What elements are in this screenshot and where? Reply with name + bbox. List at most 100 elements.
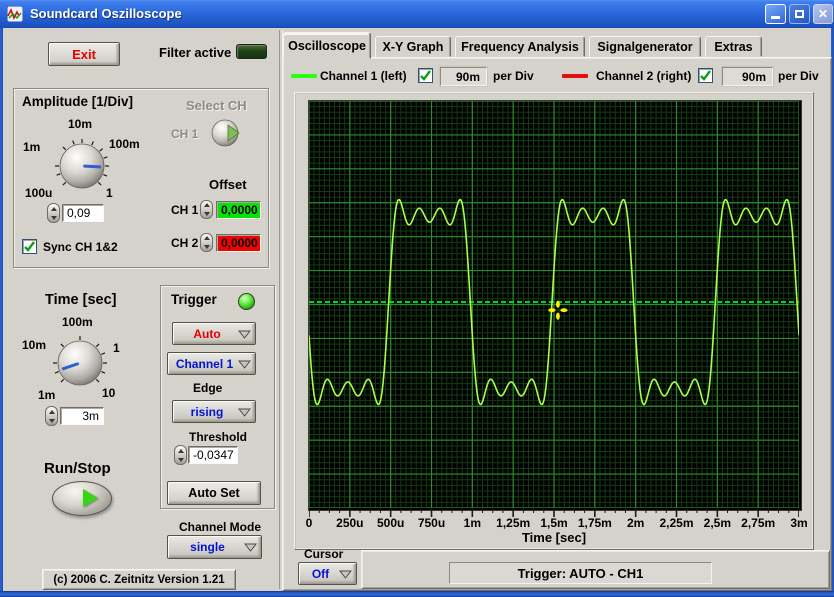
select-ch-channel-label: CH 1 xyxy=(171,127,199,141)
x-tick-label: 2,5m xyxy=(703,516,731,530)
trigger-mode-dropdown[interactable]: Auto xyxy=(172,322,256,345)
window-border-left xyxy=(0,28,3,597)
x-tick-label: 0 xyxy=(305,516,313,530)
channel-mode-label: Channel Mode xyxy=(179,520,262,534)
tab-frequency-analysis[interactable]: Frequency Analysis xyxy=(455,36,585,57)
trigger-status: Trigger: AUTO - CH1 xyxy=(449,562,712,584)
time-dial-label-1: 1 xyxy=(113,341,120,355)
trigger-title: Trigger xyxy=(171,292,217,307)
x-tick-label: 1m xyxy=(463,516,481,530)
channel1-scale-field[interactable]: 90m xyxy=(440,67,487,86)
x-tick-label: 750u xyxy=(417,516,446,530)
trigger-led xyxy=(238,293,255,310)
amplitude-spinner[interactable] xyxy=(47,203,60,223)
run-stop-label: Run/Stop xyxy=(44,460,111,477)
x-tick-label: 2m xyxy=(626,516,645,530)
x-tick-label: 1,5m xyxy=(540,516,568,530)
amp-dial-label-100u: 100u xyxy=(25,186,53,200)
filter-led xyxy=(236,44,267,59)
x-tick-label: 3m xyxy=(790,516,808,530)
trigger-edge-dropdown[interactable]: rising xyxy=(172,400,256,423)
select-ch-label: Select CH xyxy=(186,98,247,113)
offset-ch1-spinner[interactable] xyxy=(200,200,213,219)
channel1-swatch xyxy=(291,74,317,78)
offset-ch2-label: CH 2 xyxy=(171,236,199,250)
knob-needle xyxy=(83,164,102,169)
x-tick-label: 250u xyxy=(336,516,364,530)
sync-checkbox[interactable] xyxy=(22,239,37,254)
time-dial-label-100m: 100m xyxy=(62,315,93,329)
run-stop-button[interactable] xyxy=(52,481,112,516)
dropdown-arrow-icon xyxy=(244,543,257,552)
time-spinner[interactable] xyxy=(45,406,58,426)
amplitude-value-field[interactable]: 0,09 xyxy=(62,204,104,222)
check-icon xyxy=(700,70,711,81)
threshold-field[interactable]: -0,0347 xyxy=(188,446,238,464)
amp-dial-label-10m: 10m xyxy=(68,117,93,131)
filter-active-label: Filter active xyxy=(159,45,232,60)
amplitude-knob[interactable] xyxy=(54,138,110,194)
select-ch-knob[interactable] xyxy=(206,114,244,152)
close-icon: ✕ xyxy=(817,7,829,21)
amplitude-title: Amplitude [1/Div] xyxy=(22,94,134,109)
app-window: Soundcard Oszilloscope ✕ Exit Filter act… xyxy=(0,0,834,597)
dropdown-arrow-icon xyxy=(238,330,251,339)
title-bar: Soundcard Oszilloscope ✕ xyxy=(0,0,834,28)
channel2-scale-field[interactable]: 90m xyxy=(722,67,773,86)
window-title: Soundcard Oszilloscope xyxy=(30,6,182,21)
minimize-button[interactable] xyxy=(765,4,786,24)
time-value-field[interactable]: 3m xyxy=(60,407,104,425)
channel2-per-div-label: per Div xyxy=(778,69,819,83)
channel1-per-div-label: per Div xyxy=(493,69,534,83)
x-axis-title: Time [sec] xyxy=(521,530,587,545)
offset-label: Offset xyxy=(209,177,247,192)
close-button[interactable]: ✕ xyxy=(813,4,833,24)
amp-dial-label-100m: 100m xyxy=(109,137,140,151)
offset-ch2-field[interactable]: 0,0000 xyxy=(216,234,261,252)
offset-ch1-label: CH 1 xyxy=(171,203,199,217)
cursor-label: Cursor xyxy=(304,547,344,561)
time-knob[interactable] xyxy=(52,335,108,391)
tab-extras[interactable]: Extras xyxy=(705,36,762,57)
x-tick-label: 1,25m xyxy=(496,516,531,530)
minimize-icon xyxy=(771,16,780,19)
channel2-swatch xyxy=(562,74,588,78)
time-dial-label-10m: 10m xyxy=(22,338,47,352)
dropdown-arrow-icon xyxy=(339,570,352,579)
trigger-source-dropdown[interactable]: Channel 1 xyxy=(167,352,256,375)
sync-label: Sync CH 1&2 xyxy=(43,240,118,254)
maximize-icon xyxy=(795,10,804,18)
trigger-group xyxy=(160,285,275,509)
threshold-label: Threshold xyxy=(189,430,248,444)
edge-label: Edge xyxy=(193,381,223,395)
copyright-label: (c) 2006 C. Zeitnitz Version 1.21 xyxy=(42,569,236,590)
tab-signalgenerator[interactable]: Signalgenerator xyxy=(589,36,701,57)
window-border-bottom xyxy=(0,591,834,597)
threshold-spinner[interactable] xyxy=(174,445,187,465)
x-tick-label: 1,75m xyxy=(577,516,612,530)
dropdown-arrow-icon xyxy=(238,360,251,369)
cursor-dropdown[interactable]: Off xyxy=(298,562,357,585)
app-icon xyxy=(7,6,23,22)
tab-xy-graph[interactable]: X-Y Graph xyxy=(375,36,451,57)
check-icon xyxy=(420,70,431,81)
x-tick-label: 2,25m xyxy=(659,516,694,530)
auto-set-button[interactable]: Auto Set xyxy=(167,481,261,505)
x-tick-label: 2,75m xyxy=(741,516,776,530)
channel1-checkbox[interactable] xyxy=(418,68,433,83)
amp-dial-label-1m: 1m xyxy=(23,140,41,154)
channel1-label: Channel 1 (left) xyxy=(320,69,407,83)
channel2-checkbox[interactable] xyxy=(698,68,713,83)
offset-ch2-spinner[interactable] xyxy=(200,233,213,252)
check-icon xyxy=(24,241,35,252)
channel-mode-dropdown[interactable]: single xyxy=(167,535,262,559)
x-tick-label: 500u xyxy=(376,516,405,530)
play-icon xyxy=(83,489,98,507)
channel2-label: Channel 2 (right) xyxy=(596,69,692,83)
maximize-button[interactable] xyxy=(789,4,810,24)
tab-oscilloscope[interactable]: Oscilloscope xyxy=(283,32,371,59)
time-title: Time [sec] xyxy=(45,292,117,308)
exit-button[interactable]: Exit xyxy=(48,42,120,66)
scope-plot[interactable] xyxy=(308,100,802,511)
offset-ch1-field[interactable]: 0,0000 xyxy=(216,201,261,219)
